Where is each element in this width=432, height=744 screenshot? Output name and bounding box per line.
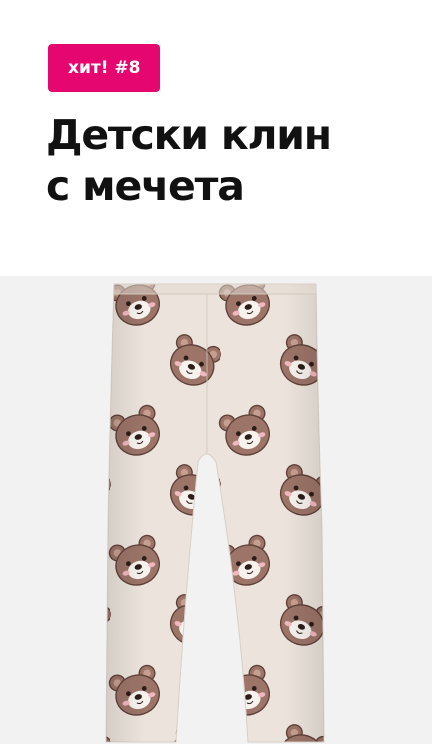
product-image[interactable] <box>0 276 432 744</box>
product-title-line-2: с мечета <box>46 162 245 210</box>
product-card[interactable]: хит! #8 Детски клин с мечета <box>0 0 432 744</box>
product-title: Детски клин с мечета <box>46 110 416 212</box>
leggings-waistband <box>114 284 316 294</box>
rank-badge: хит! #8 <box>48 44 161 92</box>
leggings-illustration <box>105 283 325 743</box>
product-title-line-1: Детски клин <box>46 111 332 159</box>
